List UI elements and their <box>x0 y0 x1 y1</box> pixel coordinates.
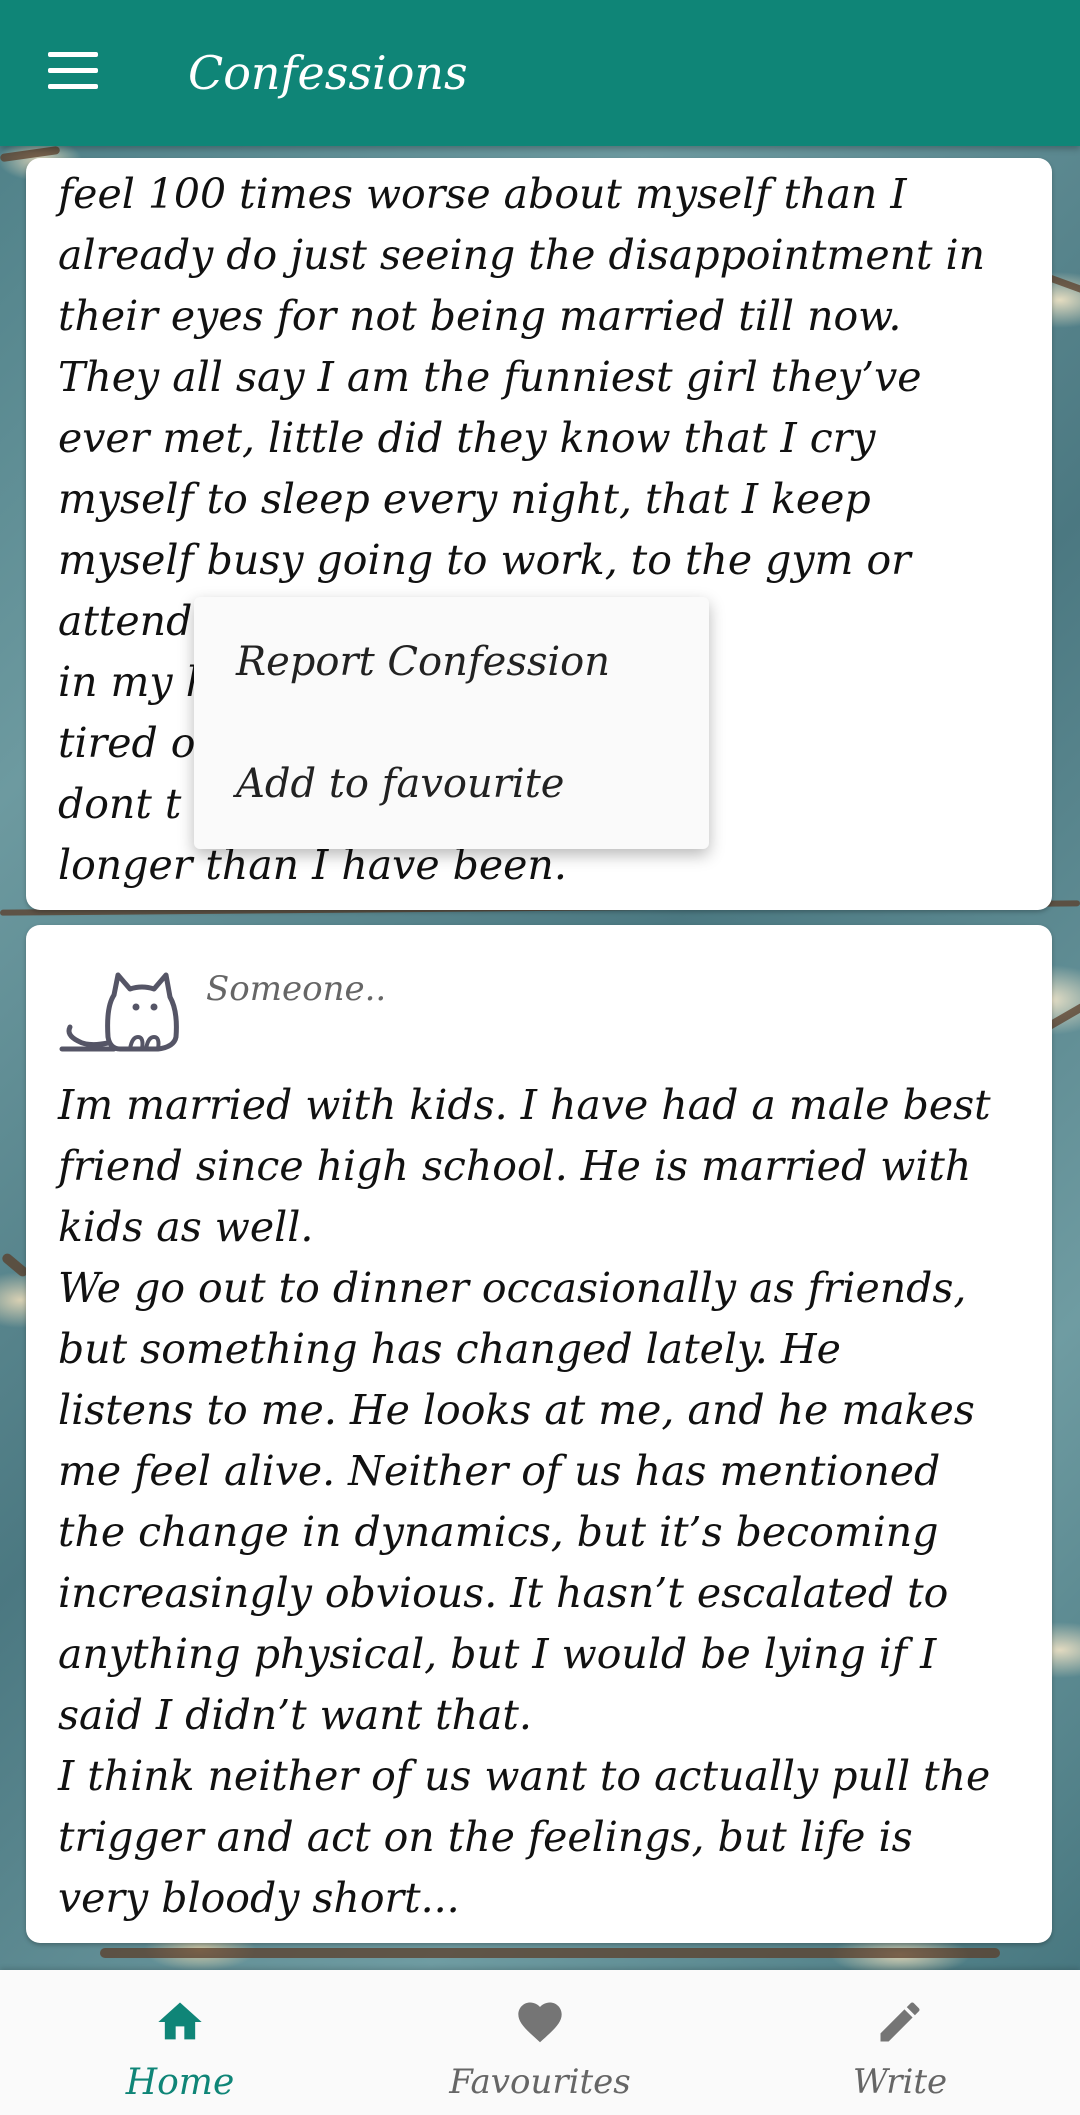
nav-home[interactable]: Home <box>0 1970 360 2115</box>
confession-text: Im married with kids. I have had a male … <box>58 1081 991 1922</box>
add-to-favourite-menu-item[interactable]: Add to favourite <box>194 721 709 847</box>
heart-icon <box>518 2002 562 2043</box>
author-name: Someone.. <box>206 969 387 1009</box>
nav-write[interactable]: Write <box>720 1970 1080 2115</box>
app-bar: Confessions <box>0 0 1080 146</box>
report-confession-menu-item[interactable]: Report Confession <box>194 597 709 721</box>
nav-home-label: Home <box>125 2062 235 2103</box>
nav-favourites-label: Favourites <box>449 2062 631 2102</box>
hamburger-menu-icon[interactable] <box>48 52 98 92</box>
home-icon <box>158 2002 202 2040</box>
nav-write-label: Write <box>852 2062 948 2102</box>
pencil-icon <box>880 2002 920 2042</box>
app-title: Confessions <box>188 46 468 100</box>
bottom-navigation: Home Favourites Write <box>0 1970 1080 2115</box>
context-menu: Report Confession Add to favourite <box>194 597 709 849</box>
nav-favourites[interactable]: Favourites <box>360 1970 720 2115</box>
confession-card[interactable]: Someone.. Im married with kids. I have h… <box>26 925 1052 1943</box>
cat-avatar-icon <box>59 972 179 1052</box>
